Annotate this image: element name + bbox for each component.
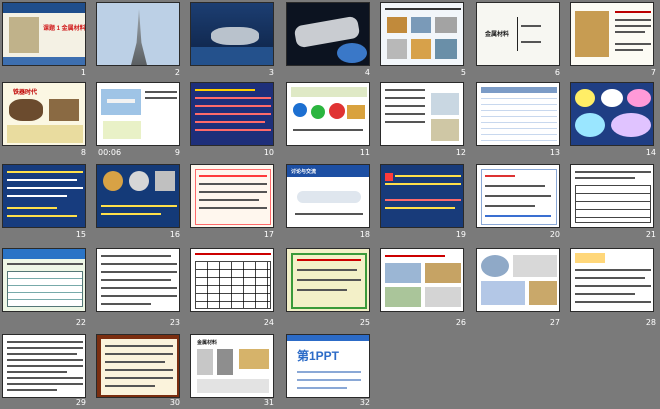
slide-thumbnail-28[interactable] [570, 248, 654, 312]
slide-thumbnail-18[interactable]: 讨论与交流 [286, 164, 370, 228]
slide-number: 16 [169, 230, 180, 239]
slide-number: 32 [359, 398, 370, 407]
slide-number: 12 [455, 148, 466, 157]
slide-sorter-grid: 课题 1 金属材料 1 2 3 4 5 金属材料 6 7 铁器时代 8 9 00… [0, 0, 660, 409]
slide-number: 7 [650, 68, 656, 77]
slide-number: 22 [75, 318, 86, 327]
slide-number: 9 [174, 148, 180, 157]
slide-thumbnail-31[interactable]: 金属材料 [190, 334, 274, 398]
slide-number: 6 [554, 68, 560, 77]
slide-thumbnail-6[interactable]: 金属材料 [476, 2, 560, 66]
slide-thumbnail-5[interactable] [380, 2, 464, 66]
slide-title: 铁器时代 [13, 90, 38, 96]
slide-thumbnail-15[interactable] [2, 164, 86, 228]
slide-title: 金属材料 [485, 32, 510, 38]
slide-thumbnail-1[interactable]: 课题 1 金属材料 [2, 2, 86, 66]
slide-thumbnail-4[interactable] [286, 2, 370, 66]
slide-number: 23 [169, 318, 180, 327]
slide-number: 4 [364, 68, 370, 77]
slide-number: 28 [645, 318, 656, 327]
slide-title: 讨论与交流 [291, 169, 317, 175]
slide-number: 20 [549, 230, 560, 239]
slide-number: 25 [359, 318, 370, 327]
slide-number: 15 [75, 230, 86, 239]
slide-number: 2 [174, 68, 180, 77]
slide-thumbnail-25[interactable] [286, 248, 370, 312]
slide-number: 29 [75, 398, 86, 407]
slide-thumbnail-23[interactable] [96, 248, 180, 312]
slide-number: 13 [549, 148, 560, 157]
slide-thumbnail-30[interactable] [96, 334, 180, 398]
slide-timing: 00:06 [98, 148, 122, 157]
slide-thumbnail-27[interactable] [476, 248, 560, 312]
slide-thumbnail-22[interactable] [2, 248, 86, 312]
slide-number: 18 [359, 230, 370, 239]
slide-thumbnail-3[interactable] [190, 2, 274, 66]
slide-thumbnail-29[interactable] [2, 334, 86, 398]
slide-number: 24 [263, 318, 274, 327]
slide-thumbnail-14[interactable] [570, 82, 654, 146]
slide-thumbnail-32[interactable]: 第1PPT [286, 334, 370, 398]
slide-number: 21 [645, 230, 656, 239]
slide-number: 5 [460, 68, 466, 77]
slide-number: 17 [263, 230, 274, 239]
slide-thumbnail-26[interactable] [380, 248, 464, 312]
slide-thumbnail-8[interactable]: 铁器时代 [2, 82, 86, 146]
slide-thumbnail-10[interactable] [190, 82, 274, 146]
slide-number: 1 [80, 68, 86, 77]
slide-title: 第1PPT [297, 349, 340, 363]
slide-number: 31 [263, 398, 274, 407]
slide-thumbnail-16[interactable] [96, 164, 180, 228]
slide-number: 10 [263, 148, 274, 157]
slide-thumbnail-9[interactable] [96, 82, 180, 146]
slide-number: 26 [455, 318, 466, 327]
slide-number: 14 [645, 148, 656, 157]
slide-thumbnail-24[interactable] [190, 248, 274, 312]
slide-number: 3 [268, 68, 274, 77]
slide-thumbnail-21[interactable] [570, 164, 654, 228]
slide-title: 课题 1 金属材料 [43, 26, 86, 32]
slide-number: 11 [359, 148, 370, 157]
slide-thumbnail-13[interactable] [476, 82, 560, 146]
slide-thumbnail-7[interactable] [570, 2, 654, 66]
slide-thumbnail-2[interactable] [96, 2, 180, 66]
slide-number: 19 [455, 230, 466, 239]
slide-number: 8 [80, 148, 86, 157]
slide-number: 27 [549, 318, 560, 327]
slide-thumbnail-17[interactable] [190, 164, 274, 228]
slide-thumbnail-12[interactable] [380, 82, 464, 146]
slide-title: 金属材料 [197, 340, 218, 346]
slide-number: 30 [169, 398, 180, 407]
slide-thumbnail-19[interactable] [380, 164, 464, 228]
slide-thumbnail-11[interactable] [286, 82, 370, 146]
slide-thumbnail-20[interactable] [476, 164, 560, 228]
